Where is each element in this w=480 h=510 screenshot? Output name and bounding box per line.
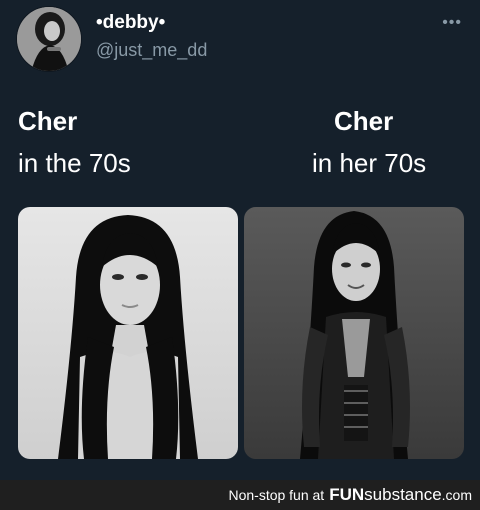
- right-column-subtitle: in her 70s: [312, 148, 427, 178]
- avatar[interactable]: [16, 6, 82, 72]
- footer-brand[interactable]: FUNsubstance.com: [329, 485, 472, 505]
- right-column-title: Cher: [334, 106, 394, 136]
- left-column-title: Cher: [18, 106, 78, 136]
- left-photo[interactable]: [18, 207, 238, 459]
- brand-tld: .com: [441, 487, 472, 503]
- brand-rest: substance: [364, 485, 442, 504]
- site-footer: Non-stop fun at FUNsubstance.com: [0, 480, 480, 510]
- user-handle[interactable]: @just_me_dd: [96, 40, 207, 61]
- right-photo[interactable]: [244, 207, 464, 459]
- display-name[interactable]: •debby•: [96, 12, 165, 34]
- brand-fun: FUN: [329, 485, 365, 504]
- more-dots-icon[interactable]: •••: [442, 14, 462, 32]
- left-column-subtitle: in the 70s: [18, 148, 131, 178]
- tweet-card: •debby• @just_me_dd ••• Cher in the 70s …: [0, 0, 480, 480]
- footer-tagline: Non-stop fun at: [228, 487, 325, 503]
